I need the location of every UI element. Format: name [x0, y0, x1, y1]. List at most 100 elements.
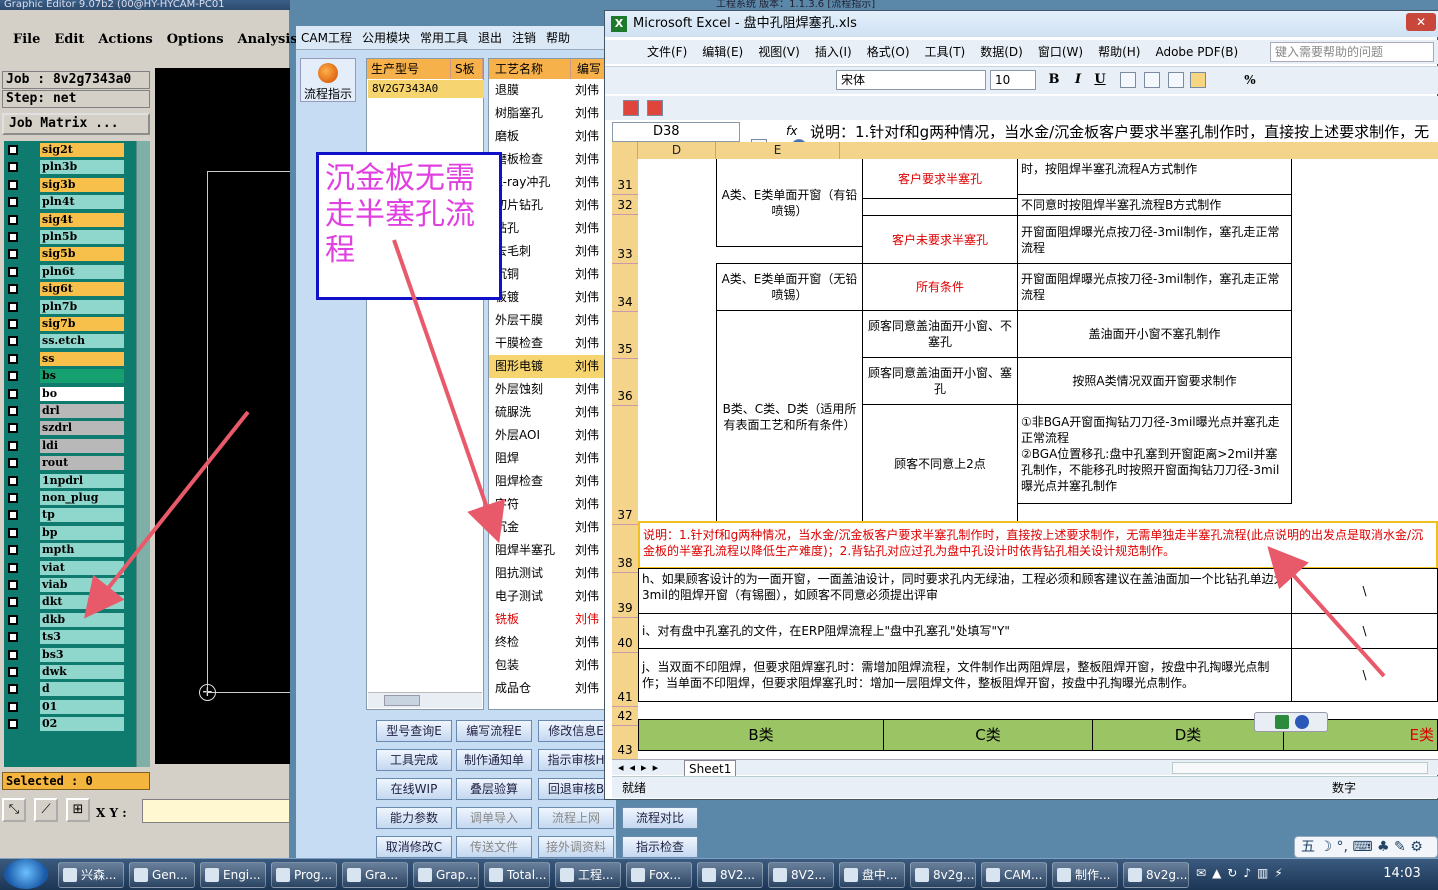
layer-checkbox[interactable] [8, 301, 18, 312]
row-header[interactable]: 41 [612, 653, 638, 707]
layer-item[interactable]: bp [6, 525, 124, 540]
layer-checkbox[interactable] [8, 684, 18, 695]
layer-checkbox[interactable] [8, 145, 18, 155]
tray-app-icon[interactable]: ▲ [1212, 866, 1221, 884]
cell-f33-client[interactable]: 客户未要求半塞孔 [862, 215, 1018, 264]
pdf-convert-icon[interactable] [623, 100, 639, 116]
align-right-icon[interactable] [1168, 72, 1184, 88]
layer-item[interactable]: ss.etch [6, 334, 124, 349]
layer-item[interactable]: d [6, 682, 124, 697]
process-row[interactable]: 硫脲洗 刘伟 [489, 401, 607, 424]
merge-center-icon[interactable] [1190, 72, 1206, 88]
tray-network-icon[interactable]: ▥ [1257, 866, 1268, 884]
layer-checkbox[interactable] [8, 701, 18, 712]
layer-item[interactable]: mpth [6, 543, 124, 558]
process-row[interactable]: 电子测试 刘伟 [489, 585, 607, 608]
cam-action-button[interactable]: 调单导入 [456, 807, 532, 829]
tray-chat-icon[interactable]: ✉ [1196, 866, 1206, 884]
layer-item[interactable]: pln4t [6, 195, 124, 210]
row-header[interactable]: 33 [612, 215, 638, 264]
layer-item[interactable]: sig5b [6, 247, 124, 262]
excel-menu-tools[interactable]: 工具(T) [925, 40, 966, 64]
layer-checkbox[interactable] [8, 580, 18, 590]
layer-checkbox[interactable] [8, 371, 18, 382]
cam-action-button[interactable]: 在线WIP [376, 778, 452, 800]
cam-action-button[interactable]: 能力参数 [376, 807, 452, 829]
model-grid-header-s[interactable]: S板 [451, 59, 483, 79]
row-header[interactable]: 39 [612, 573, 638, 618]
cam-action-button[interactable]: 叠层验算 [456, 778, 532, 800]
excel-menu-insert[interactable]: 插入(I) [815, 40, 852, 64]
cell-d38-note[interactable]: 说明：1.针对f和g两种情况，当水金/沉金板客户要求半塞孔制作时，直接按上述要求… [638, 521, 1438, 569]
cam-action-button[interactable]: 传送文件 [456, 836, 532, 858]
model-grid-scrollbar[interactable] [368, 692, 482, 708]
layer-checkbox[interactable] [8, 632, 18, 643]
cell-b-class-header[interactable]: B类 [638, 719, 884, 751]
layer-item[interactable]: dkb [6, 612, 124, 627]
layer-item[interactable]: viat [6, 560, 124, 575]
toolbar-help-icon[interactable] [1295, 715, 1309, 729]
row-header[interactable]: 36 [612, 359, 638, 406]
taskbar-button[interactable]: 兴森... [58, 862, 124, 888]
cam-action-button[interactable]: 接外调资料 [538, 836, 614, 858]
layer-item[interactable]: 1npdrl [6, 473, 124, 488]
layer-item[interactable]: sig7b [6, 317, 124, 331]
taskbar-button[interactable]: Fox... [626, 862, 692, 888]
layer-item[interactable]: tp [6, 508, 124, 523]
layer-checkbox[interactable] [8, 406, 18, 416]
row-header[interactable]: 32 [612, 195, 638, 215]
column-header-d[interactable]: D [638, 142, 716, 159]
excel-menu-file[interactable]: 文件(F) [647, 40, 687, 64]
layer-item[interactable]: dwk [6, 665, 124, 679]
process-row[interactable]: 阻焊半塞孔 刘伟 [489, 539, 607, 562]
horizontal-scrollbar[interactable] [1172, 762, 1428, 774]
layer-checkbox[interactable] [8, 493, 18, 503]
layer-checkbox[interactable] [8, 214, 18, 225]
layer-checkbox[interactable] [8, 336, 18, 347]
layer-checkbox[interactable] [8, 440, 18, 451]
process-grid-header-author[interactable]: 编写 [571, 59, 607, 79]
taskbar-button[interactable]: 工程... [555, 862, 621, 888]
tray-volume-icon[interactable]: ♪ [1243, 866, 1251, 884]
xy-input[interactable] [142, 799, 290, 823]
layer-item[interactable]: sig4t [6, 212, 124, 227]
cell-f34-client[interactable]: 所有条件 [862, 263, 1018, 311]
layer-checkbox[interactable] [8, 197, 18, 208]
layer-item[interactable]: pln6t [6, 264, 124, 279]
model-grid-header-model[interactable]: 生产型号 [367, 59, 451, 79]
cell-d39[interactable]: h、如果顾客设计的为一面开窗，一面盖油设计，同时要求孔内无绿油，工程必须和顾客建… [638, 568, 1292, 614]
tab-common-module[interactable]: 公用模块 [357, 29, 415, 46]
process-row[interactable]: 字符 刘伟 [489, 493, 607, 516]
cam-action-button[interactable]: 制作通知单 [456, 749, 532, 771]
layer-item[interactable]: ss [6, 351, 124, 366]
layer-checkbox[interactable] [8, 319, 18, 329]
cell-f37-cond[interactable]: 顾客不同意上2点 [862, 404, 1018, 523]
layer-checkbox[interactable] [8, 510, 18, 521]
excel-menu-data[interactable]: 数据(D) [980, 40, 1023, 64]
menu-analysis[interactable]: Analysis [231, 32, 305, 47]
taskbar-button[interactable]: Grap... [413, 862, 479, 888]
layer-checkbox[interactable] [8, 353, 18, 364]
cam-action-button[interactable]: 指示检查 [622, 836, 698, 858]
cam-action-button[interactable]: 工具完成 [376, 749, 452, 771]
cell-e34-group[interactable]: A类、E类单面开窗（无铅喷锡） [716, 263, 863, 311]
process-row[interactable]: 沉铜 刘伟 [489, 263, 607, 286]
layer-item[interactable]: 01 [6, 699, 124, 714]
cell-d41[interactable]: j、当双面不印阻焊，但要求阻焊塞孔时：需增加阻焊流程，文件制作出两阻焊层，整板阻… [638, 648, 1292, 702]
row-header[interactable]: 37 [612, 406, 638, 525]
cell-e31-group[interactable]: A类、E类单面开窗（有铅喷锡） [716, 159, 863, 247]
taskbar-button[interactable]: Prog... [271, 862, 337, 888]
layer-checkbox[interactable] [8, 562, 18, 573]
layer-checkbox[interactable] [8, 614, 18, 625]
process-grid[interactable]: 工艺名称 编写 退膜 刘伟 树脂塞孔 刘伟 磨板 刘伟 磨板检查 刘伟 X-ray冲孔 刘伟 切片钻… [488, 58, 607, 710]
layer-item[interactable]: bo [6, 386, 124, 401]
tray-update-icon[interactable]: ↻ [1227, 866, 1237, 884]
row-header[interactable]: 42 [612, 707, 638, 726]
floating-toolbar[interactable] [1254, 712, 1328, 732]
cam-action-button[interactable]: 型号查询E [376, 720, 452, 742]
process-row[interactable]: 去毛刺 刘伟 [489, 240, 607, 263]
column-header-e[interactable]: E [716, 142, 840, 159]
layer-item[interactable]: rout [6, 456, 124, 471]
cell-g34-rule[interactable]: 开窗面阻焊曝光点按刀径-3mil制作，塞孔走正常流程 [1017, 263, 1292, 311]
start-button-icon[interactable] [4, 859, 48, 889]
